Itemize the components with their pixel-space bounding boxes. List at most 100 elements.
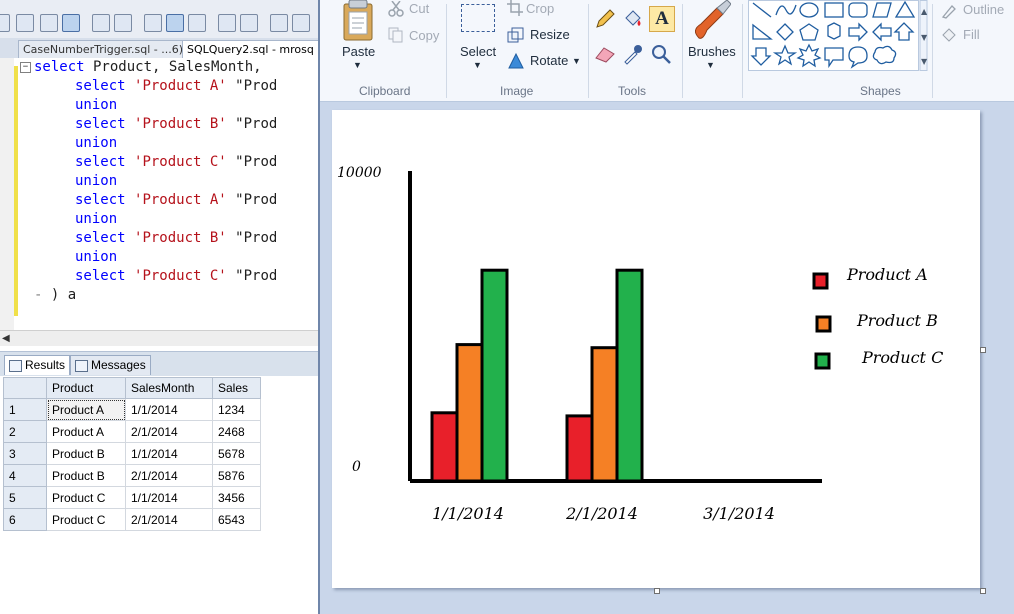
- brush-icon[interactable]: [689, 0, 731, 42]
- paste-dropdown-icon[interactable]: ▼: [353, 60, 362, 70]
- results-to-text-icon[interactable]: [144, 14, 162, 32]
- cell-sales[interactable]: 2468: [212, 420, 261, 443]
- table-row: 6 Product C 2/1/2014 6543: [3, 508, 261, 531]
- results-to-grid-icon[interactable]: [62, 14, 80, 32]
- intellisense-icon[interactable]: [114, 14, 132, 32]
- canvas-resize-handle-right[interactable]: [980, 347, 986, 353]
- bar: [590, 346, 619, 483]
- cell-product[interactable]: Product B: [46, 464, 126, 487]
- editor-horizontal-scrollbar[interactable]: ◀: [0, 330, 318, 346]
- select-button[interactable]: Select: [460, 44, 496, 59]
- cell-sales[interactable]: 5876: [212, 464, 261, 487]
- cell-salesmonth[interactable]: 2/1/2014: [125, 420, 213, 443]
- cell-product[interactable]: Product C: [46, 486, 126, 509]
- query-editor[interactable]: − select Product, SalesMonth, select 'Pr…: [0, 58, 318, 330]
- resize-button[interactable]: Resize: [530, 27, 570, 42]
- eraser-icon[interactable]: [594, 44, 616, 64]
- rotate-button[interactable]: Rotate: [530, 53, 568, 68]
- copy-button[interactable]: Copy: [409, 28, 439, 43]
- column-header-product[interactable]: Product: [46, 377, 126, 399]
- increase-indent-icon[interactable]: [292, 14, 310, 32]
- crop-button[interactable]: Crop: [526, 1, 554, 16]
- collapse-icon[interactable]: −: [20, 62, 31, 73]
- checkmark-icon[interactable]: [0, 14, 10, 32]
- y-tick-label-max: 10000: [337, 165, 382, 181]
- text-tool-icon[interactable]: A: [649, 6, 675, 32]
- code-line-11: union: [75, 248, 117, 267]
- results-file-icon[interactable]: [188, 14, 206, 32]
- tab-results[interactable]: Results: [4, 355, 71, 375]
- results-grid-icon[interactable]: [166, 14, 184, 32]
- code-line-8: select 'Product A' "Prod: [75, 191, 277, 210]
- cell-salesmonth[interactable]: 1/1/2014: [125, 398, 213, 421]
- x-tick-label: 3/1/2014: [703, 504, 775, 523]
- row-number[interactable]: 2: [3, 420, 47, 443]
- cell-salesmonth[interactable]: 1/1/2014: [125, 442, 213, 465]
- comment-icon[interactable]: [218, 14, 236, 32]
- magnifier-icon[interactable]: [650, 43, 672, 65]
- bar: [565, 414, 594, 483]
- shapes-gallery[interactable]: ▲ ▼ ▼: [748, 0, 928, 72]
- grid-corner[interactable]: [3, 377, 47, 399]
- decrease-indent-icon[interactable]: [270, 14, 288, 32]
- row-number[interactable]: 4: [3, 464, 47, 487]
- query-options-icon[interactable]: [92, 14, 110, 32]
- code-text: "Prod: [226, 230, 278, 246]
- cell-salesmonth[interactable]: 2/1/2014: [125, 464, 213, 487]
- canvas-resize-handle-corner[interactable]: [980, 588, 986, 594]
- tab-messages[interactable]: Messages: [70, 355, 151, 375]
- tab-label: Results: [25, 358, 66, 372]
- scroll-left-icon[interactable]: ◀: [2, 333, 10, 344]
- code-line-13: - ) a: [34, 287, 77, 303]
- row-number[interactable]: 5: [3, 486, 47, 509]
- row-number[interactable]: 6: [3, 508, 47, 531]
- pencil-icon[interactable]: [594, 8, 616, 30]
- table-row: 5 Product C 1/1/2014 3456: [3, 486, 261, 509]
- cell-sales[interactable]: 5678: [212, 442, 261, 465]
- cell-sales[interactable]: 1234: [212, 398, 261, 421]
- cell-salesmonth[interactable]: 2/1/2014: [125, 508, 213, 531]
- svg-text:▲: ▲: [921, 7, 928, 16]
- y-tick-label-min: 0: [352, 459, 361, 475]
- rotate-dropdown-icon[interactable]: ▼: [572, 56, 581, 66]
- cell-sales[interactable]: 6543: [212, 508, 261, 531]
- parse-icon[interactable]: [16, 14, 34, 32]
- estimated-plan-icon[interactable]: [40, 14, 58, 32]
- column-header-sales[interactable]: Sales: [212, 377, 261, 399]
- cell-product[interactable]: Product A: [46, 398, 126, 421]
- select-icon[interactable]: [461, 4, 495, 32]
- cell-product[interactable]: Product B: [46, 442, 126, 465]
- fill-icon: [942, 28, 956, 42]
- canvas-resize-handle-bottom[interactable]: [654, 588, 660, 594]
- cell-product[interactable]: Product A: [46, 420, 126, 443]
- paste-icon[interactable]: [340, 0, 376, 42]
- tab-casenumbertrigger[interactable]: CaseNumberTrigger.sql - ...6)): [18, 40, 188, 58]
- keyword: select: [75, 154, 126, 170]
- image-group-label: Image: [500, 84, 534, 98]
- keyword: select: [75, 116, 126, 132]
- row-number[interactable]: 3: [3, 442, 47, 465]
- uncomment-icon[interactable]: [240, 14, 258, 32]
- cell-sales[interactable]: 3456: [212, 486, 261, 509]
- code-text: ) a: [50, 287, 77, 303]
- tab-sqlquery2[interactable]: SQLQuery2.sql - mrosq: [182, 40, 318, 58]
- bar: [480, 268, 509, 483]
- brushes-button[interactable]: Brushes: [688, 44, 736, 59]
- cell-salesmonth[interactable]: 1/1/2014: [125, 486, 213, 509]
- cut-button[interactable]: Cut: [409, 1, 429, 16]
- cell-product[interactable]: Product C: [46, 508, 126, 531]
- string-literal: 'Product B': [134, 230, 227, 246]
- fill-button[interactable]: Fill: [963, 27, 980, 42]
- ssms-toolbar: [0, 0, 318, 39]
- paint-canvas[interactable]: 10000 0 1/1/2014 2/1/2014 3/1/2014 Product A…: [332, 110, 980, 588]
- outline-button[interactable]: Outline: [963, 2, 1004, 17]
- color-picker-icon[interactable]: [622, 43, 644, 65]
- code-line-7: union: [75, 172, 117, 191]
- brushes-dropdown-icon[interactable]: ▼: [706, 60, 715, 70]
- row-number[interactable]: 1: [3, 398, 47, 421]
- select-dropdown-icon[interactable]: ▼: [473, 60, 482, 70]
- column-header-salesmonth[interactable]: SalesMonth: [125, 377, 213, 399]
- paste-button[interactable]: Paste: [342, 44, 375, 59]
- fill-bucket-icon[interactable]: [622, 8, 644, 30]
- legend-swatch: [814, 352, 831, 370]
